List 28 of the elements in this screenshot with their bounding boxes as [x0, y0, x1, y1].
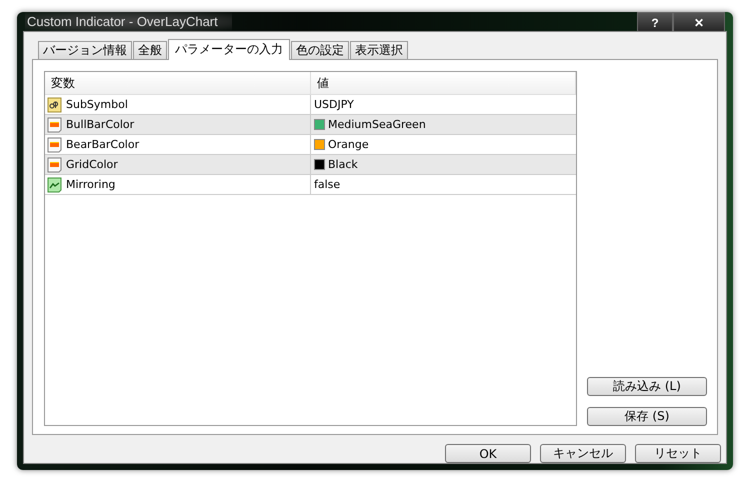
chart-parameter-icon [47, 176, 63, 192]
color-parameter-icon [47, 156, 63, 172]
side-button[interactable]: 読み込み (L) [587, 377, 707, 396]
parameter-value[interactable]: false [314, 178, 340, 191]
parameter-name: Mirroring [66, 178, 116, 191]
text-parameter-icon [47, 96, 63, 112]
color-parameter-icon [47, 136, 63, 152]
parameter-value[interactable]: USDJPY [314, 98, 354, 111]
parameter-name: BearBarColor [66, 138, 140, 151]
parameter-name: BullBarColor [66, 118, 134, 131]
window-title: Custom Indicator - OverLayChart [25, 12, 232, 31]
parameter-name: GridColor [66, 158, 118, 171]
dialog-button[interactable]: リセット [635, 444, 721, 463]
dialog-button[interactable]: OK [445, 444, 531, 463]
parameter-value[interactable]: Black [328, 158, 358, 171]
tab[interactable]: 色の設定 [291, 41, 349, 59]
column-header: 値 [311, 72, 576, 94]
parameter-value[interactable]: Orange [328, 138, 369, 151]
tab[interactable]: バージョン情報 [38, 41, 132, 59]
tab[interactable]: 表示選択 [350, 41, 408, 59]
tab[interactable]: パラメーターの入力 [168, 39, 290, 60]
column-header: 変数 [45, 72, 311, 94]
side-button[interactable]: 保存 (S) [587, 407, 707, 426]
parameter-name: SubSymbol [66, 98, 128, 111]
color-parameter-icon [47, 116, 63, 132]
tab[interactable]: 全般 [133, 41, 167, 59]
parameter-value[interactable]: MediumSeaGreen [328, 118, 426, 131]
dialog-button[interactable]: キャンセル [540, 444, 626, 463]
